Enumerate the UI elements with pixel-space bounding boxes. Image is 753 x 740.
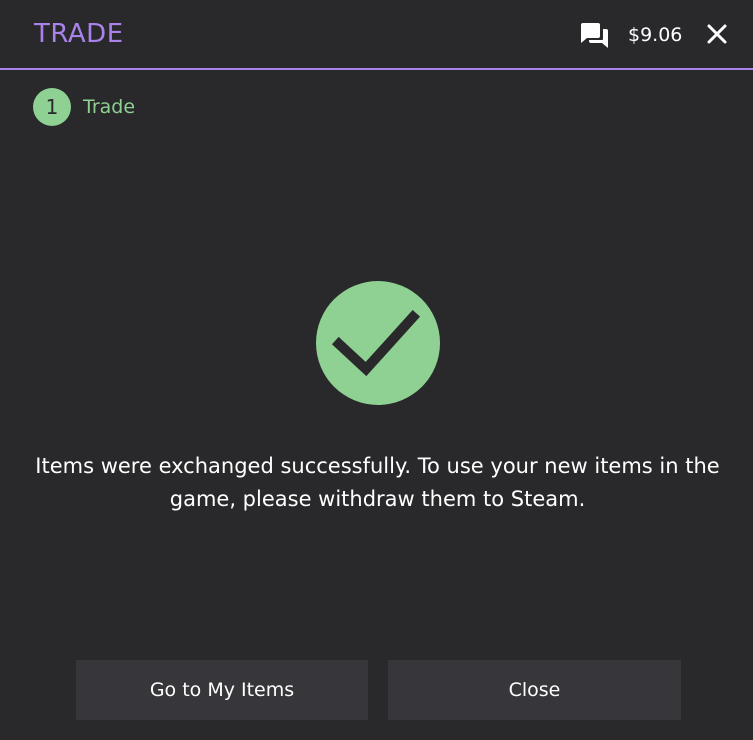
go-to-my-items-button[interactable]: Go to My Items: [76, 660, 368, 720]
balance-amount: $9.06: [628, 24, 683, 46]
step-indicator: 1 Trade: [33, 88, 135, 126]
chat-icon[interactable]: [578, 20, 610, 50]
close-icon[interactable]: [703, 20, 731, 48]
checkmark-circle-icon: [315, 280, 441, 406]
success-message: Items were exchanged successfully. To us…: [35, 454, 720, 511]
step-number-badge: 1: [33, 88, 71, 126]
close-button[interactable]: Close: [388, 660, 681, 720]
modal-header: TRADE $9.06: [0, 0, 753, 70]
modal-title: TRADE: [34, 19, 124, 49]
step-label: Trade: [83, 96, 136, 118]
